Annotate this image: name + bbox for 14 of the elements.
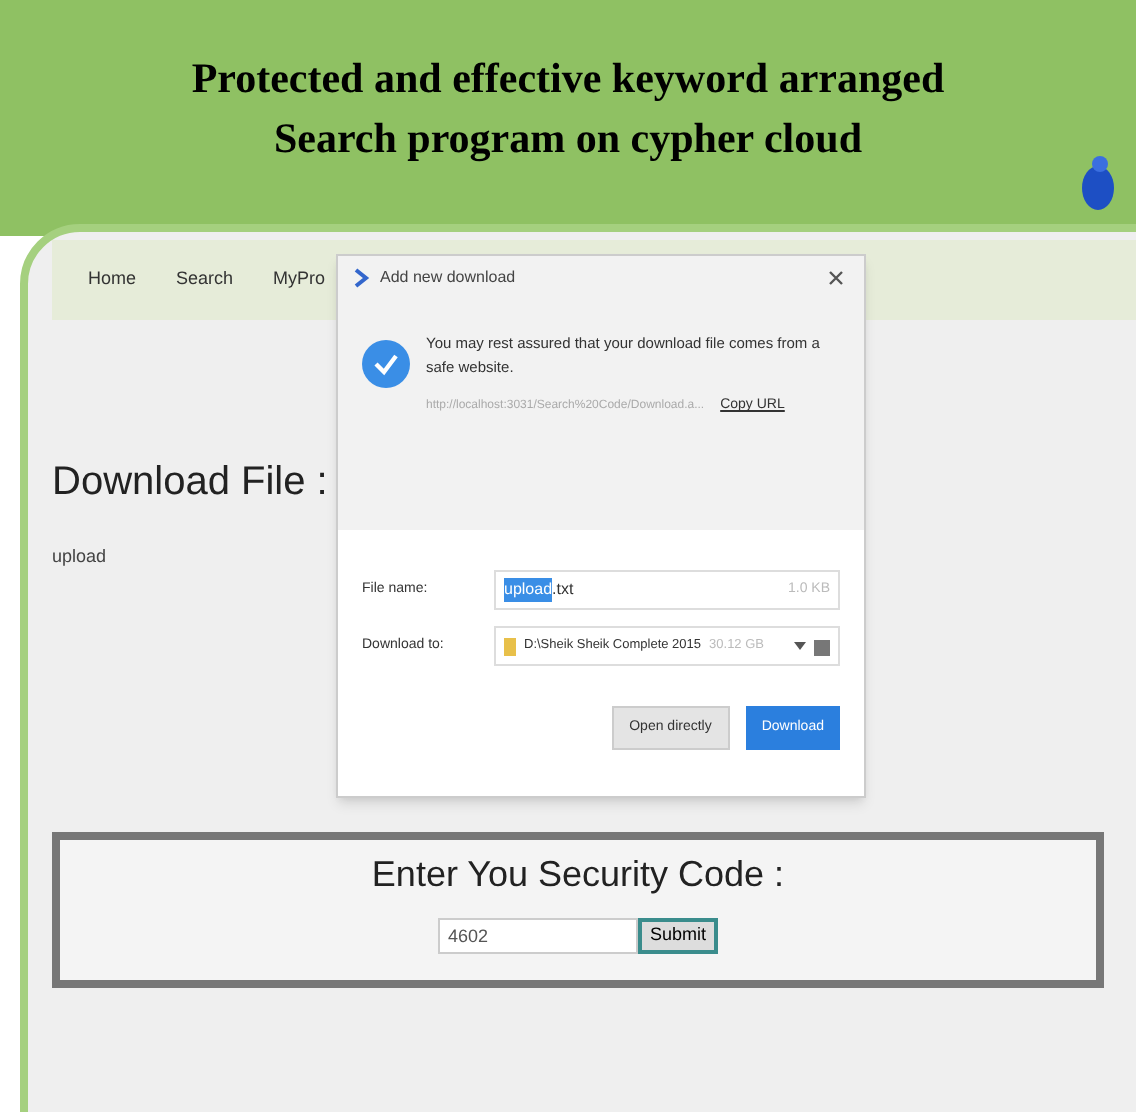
close-button[interactable] (824, 266, 848, 290)
nav-link[interactable]: Search (176, 266, 234, 294)
nav-link[interactable]: Home (88, 266, 137, 294)
nav-link[interactable]: MyPro (273, 266, 326, 294)
page-heading: Download File : (52, 458, 330, 508)
site-title: Protected and effective keyword arranged (191, 52, 945, 106)
submit-button[interactable]: Submit (637, 917, 718, 953)
security-code-field[interactable]: 4602 (437, 917, 638, 953)
dialog-title: Add new download (380, 266, 516, 290)
bird-icon (1080, 152, 1116, 212)
caret-icon (794, 642, 806, 650)
site-title: Search program on cypher cloud (273, 112, 862, 166)
security-label: Enter You Security Code : (371, 851, 785, 898)
checkmark-icon (362, 340, 410, 388)
